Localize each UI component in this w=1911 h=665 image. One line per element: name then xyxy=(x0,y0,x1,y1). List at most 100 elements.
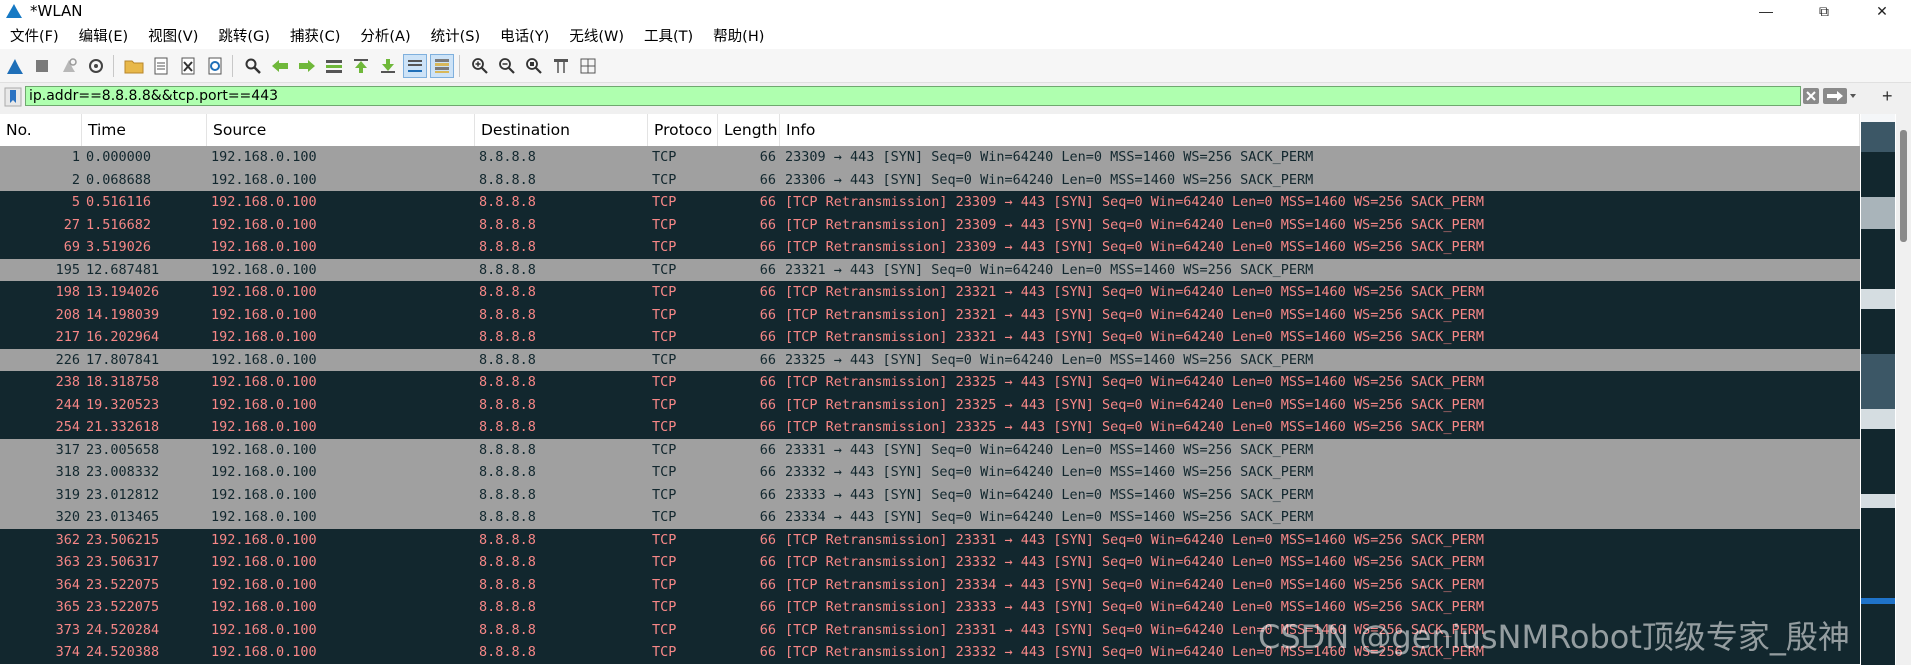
clear-filter-icon[interactable] xyxy=(1803,88,1819,104)
packet-row[interactable]: 2 0.068688 192.168.0.100 8.8.8.8 TCP 66 23306 … xyxy=(0,168,1860,191)
packet-row[interactable]: 208 14.198039 192.168.0.100 8.8.8.8 TCP 66 [TC… xyxy=(0,303,1860,326)
packet-destination-cell: 8.8.8.8 xyxy=(479,599,536,615)
open-file-button[interactable] xyxy=(149,54,173,78)
minimap-band xyxy=(1861,122,1895,152)
start-capture-button[interactable] xyxy=(3,54,27,78)
column-header-info[interactable]: Info xyxy=(780,114,1860,146)
open-button[interactable] xyxy=(122,54,146,78)
colorize-button[interactable] xyxy=(430,53,454,78)
packet-row[interactable]: 198 13.194026 192.168.0.100 8.8.8.8 TCP 66 [TC… xyxy=(0,281,1860,304)
packet-row[interactable]: 254 21.332618 192.168.0.100 8.8.8.8 TCP 66 [TC… xyxy=(0,416,1860,439)
display-filter-input[interactable]: ip.addr==8.8.8.8&&tcp.port==443 xyxy=(25,86,1801,106)
bookmark-icon[interactable] xyxy=(4,87,22,107)
packet-row[interactable]: 373 24.520284 192.168.0.100 8.8.8.8 TCP 66 [TC… xyxy=(0,618,1860,641)
apply-filter-icon[interactable] xyxy=(1823,88,1857,104)
zoom-out-button[interactable] xyxy=(495,54,519,78)
first-packet-button[interactable] xyxy=(349,54,373,78)
column-header-destination[interactable]: Destination xyxy=(475,114,648,146)
autoscroll-button[interactable] xyxy=(403,53,427,78)
packet-protocol-cell: TCP xyxy=(652,329,677,345)
packet-row[interactable]: 226 17.807841 192.168.0.100 8.8.8.8 TCP 66 233… xyxy=(0,348,1860,371)
zoom-normal-button[interactable] xyxy=(522,54,546,78)
column-header-length[interactable]: Length xyxy=(718,114,780,146)
packet-destination-cell: 8.8.8.8 xyxy=(479,351,536,368)
packet-source-cell: 192.168.0.100 xyxy=(211,599,317,615)
packet-row[interactable]: 374 24.520388 192.168.0.100 8.8.8.8 TCP 66 [TC… xyxy=(0,641,1860,664)
menu-view[interactable]: 视图(V) xyxy=(138,25,208,46)
minimap-band xyxy=(1861,409,1895,429)
packet-no-cell: 365 xyxy=(55,599,80,615)
packet-destination-cell: 8.8.8.8 xyxy=(479,171,536,188)
packet-row[interactable]: 244 19.320523 192.168.0.100 8.8.8.8 TCP 66 [TC… xyxy=(0,393,1860,416)
packet-row[interactable]: 195 12.687481 192.168.0.100 8.8.8.8 TCP 66 233… xyxy=(0,258,1860,281)
layout-icon xyxy=(580,58,596,73)
menu-tools[interactable]: 工具(T) xyxy=(634,25,703,46)
packet-protocol-cell: TCP xyxy=(652,194,677,210)
reload-button[interactable] xyxy=(203,54,227,78)
menu-wireless[interactable]: 无线(W) xyxy=(559,25,634,46)
packet-protocol-cell: TCP xyxy=(652,419,677,435)
packet-info-cell: [TCP Retransmission] 23325 → 443 [SYN] S… xyxy=(785,419,1484,435)
packet-row[interactable]: 238 18.318758 192.168.0.100 8.8.8.8 TCP 66 [TC… xyxy=(0,371,1860,394)
scrollbar-thumb[interactable] xyxy=(1900,130,1907,242)
packet-row[interactable]: 317 23.005658 192.168.0.100 8.8.8.8 TCP 66 233… xyxy=(0,438,1860,461)
close-file-button[interactable] xyxy=(176,54,200,78)
packet-row[interactable]: 318 23.008332 192.168.0.100 8.8.8.8 TCP 66 233… xyxy=(0,461,1860,484)
go-forward-button[interactable] xyxy=(295,54,319,78)
packet-row[interactable]: 319 23.012812 192.168.0.100 8.8.8.8 TCP 66 233… xyxy=(0,483,1860,506)
packet-no-cell: 362 xyxy=(55,531,80,548)
stop-capture-button[interactable] xyxy=(30,54,54,78)
packet-row[interactable]: 69 3.519026 192.168.0.100 8.8.8.8 TCP 66 [TCP … xyxy=(0,236,1860,259)
menu-go[interactable]: 跳转(G) xyxy=(208,25,280,46)
packet-time-cell: 13.194026 xyxy=(86,284,160,300)
resize-columns-button[interactable] xyxy=(549,54,573,78)
menu-file[interactable]: 文件(F) xyxy=(0,25,69,46)
packet-destination-cell: 8.8.8.8 xyxy=(479,194,536,210)
packet-row[interactable]: 27 1.516682 192.168.0.100 8.8.8.8 TCP 66 [TCP … xyxy=(0,213,1860,236)
add-filter-button[interactable]: + xyxy=(1882,86,1893,107)
packet-time-cell: 23.012812 xyxy=(86,486,160,503)
column-header-no[interactable]: No. xyxy=(0,114,82,146)
packet-time-cell: 14.198039 xyxy=(86,306,160,323)
zoom-out-icon xyxy=(499,57,515,74)
go-to-packet-button[interactable] xyxy=(322,54,346,78)
packet-source-cell: 192.168.0.100 xyxy=(211,239,317,255)
menu-capture[interactable]: 捕获(C) xyxy=(280,25,350,46)
layout-button[interactable] xyxy=(576,54,600,78)
menu-help[interactable]: 帮助(H) xyxy=(703,25,774,46)
find-packet-button[interactable] xyxy=(241,54,265,78)
packet-length-cell: 66 xyxy=(759,216,776,233)
packet-row[interactable]: 5 0.516116 192.168.0.100 8.8.8.8 TCP 66 [TCP R… xyxy=(0,191,1860,214)
packet-info-cell: 23306 → 443 [SYN] Seq=0 Win=64240 Len=0 … xyxy=(785,171,1314,188)
vertical-scrollbar[interactable] xyxy=(1896,114,1911,665)
minimize-button[interactable]: — xyxy=(1737,0,1795,22)
maximize-button[interactable]: ⧉ xyxy=(1795,0,1853,22)
capture-options-button[interactable] xyxy=(84,54,108,78)
packet-destination-cell: 8.8.8.8 xyxy=(479,261,536,278)
menu-statistics[interactable]: 统计(S) xyxy=(421,25,491,46)
packet-row[interactable]: 364 23.522075 192.168.0.100 8.8.8.8 TCP 66 [TC… xyxy=(0,573,1860,596)
packet-row[interactable]: 363 23.506317 192.168.0.100 8.8.8.8 TCP 66 [TC… xyxy=(0,551,1860,574)
column-header-protocol[interactable]: Protoco xyxy=(648,114,718,146)
menu-telephony[interactable]: 电话(Y) xyxy=(490,25,559,46)
packet-minimap[interactable] xyxy=(1861,114,1895,665)
go-back-button[interactable] xyxy=(268,54,292,78)
packet-row[interactable]: 362 23.506215 192.168.0.100 8.8.8.8 TCP 66 [TC… xyxy=(0,528,1860,551)
close-button[interactable]: ✕ xyxy=(1853,0,1911,22)
packet-source-cell: 192.168.0.100 xyxy=(211,329,317,345)
open-file-icon xyxy=(154,57,168,74)
packet-row[interactable]: 365 23.522075 192.168.0.100 8.8.8.8 TCP 66 [TC… xyxy=(0,596,1860,619)
last-packet-button[interactable] xyxy=(376,54,400,78)
column-header-source[interactable]: Source xyxy=(207,114,475,146)
menu-edit[interactable]: 编辑(E) xyxy=(69,25,138,46)
packet-protocol-cell: TCP xyxy=(652,374,677,390)
packet-row[interactable]: 320 23.013465 192.168.0.100 8.8.8.8 TCP 66 233… xyxy=(0,506,1860,529)
packet-protocol-cell: TCP xyxy=(652,621,677,638)
menu-analyze[interactable]: 分析(A) xyxy=(350,25,420,46)
packet-row[interactable]: 1 0.000000 192.168.0.100 8.8.8.8 TCP 66 23309 … xyxy=(0,146,1860,169)
restart-capture-button[interactable] xyxy=(57,54,81,78)
packet-row[interactable]: 217 16.202964 192.168.0.100 8.8.8.8 TCP 66 [TC… xyxy=(0,326,1860,349)
column-header-time[interactable]: Time xyxy=(82,114,207,146)
zoom-in-button[interactable] xyxy=(468,54,492,78)
packet-destination-cell: 8.8.8.8 xyxy=(479,329,536,345)
